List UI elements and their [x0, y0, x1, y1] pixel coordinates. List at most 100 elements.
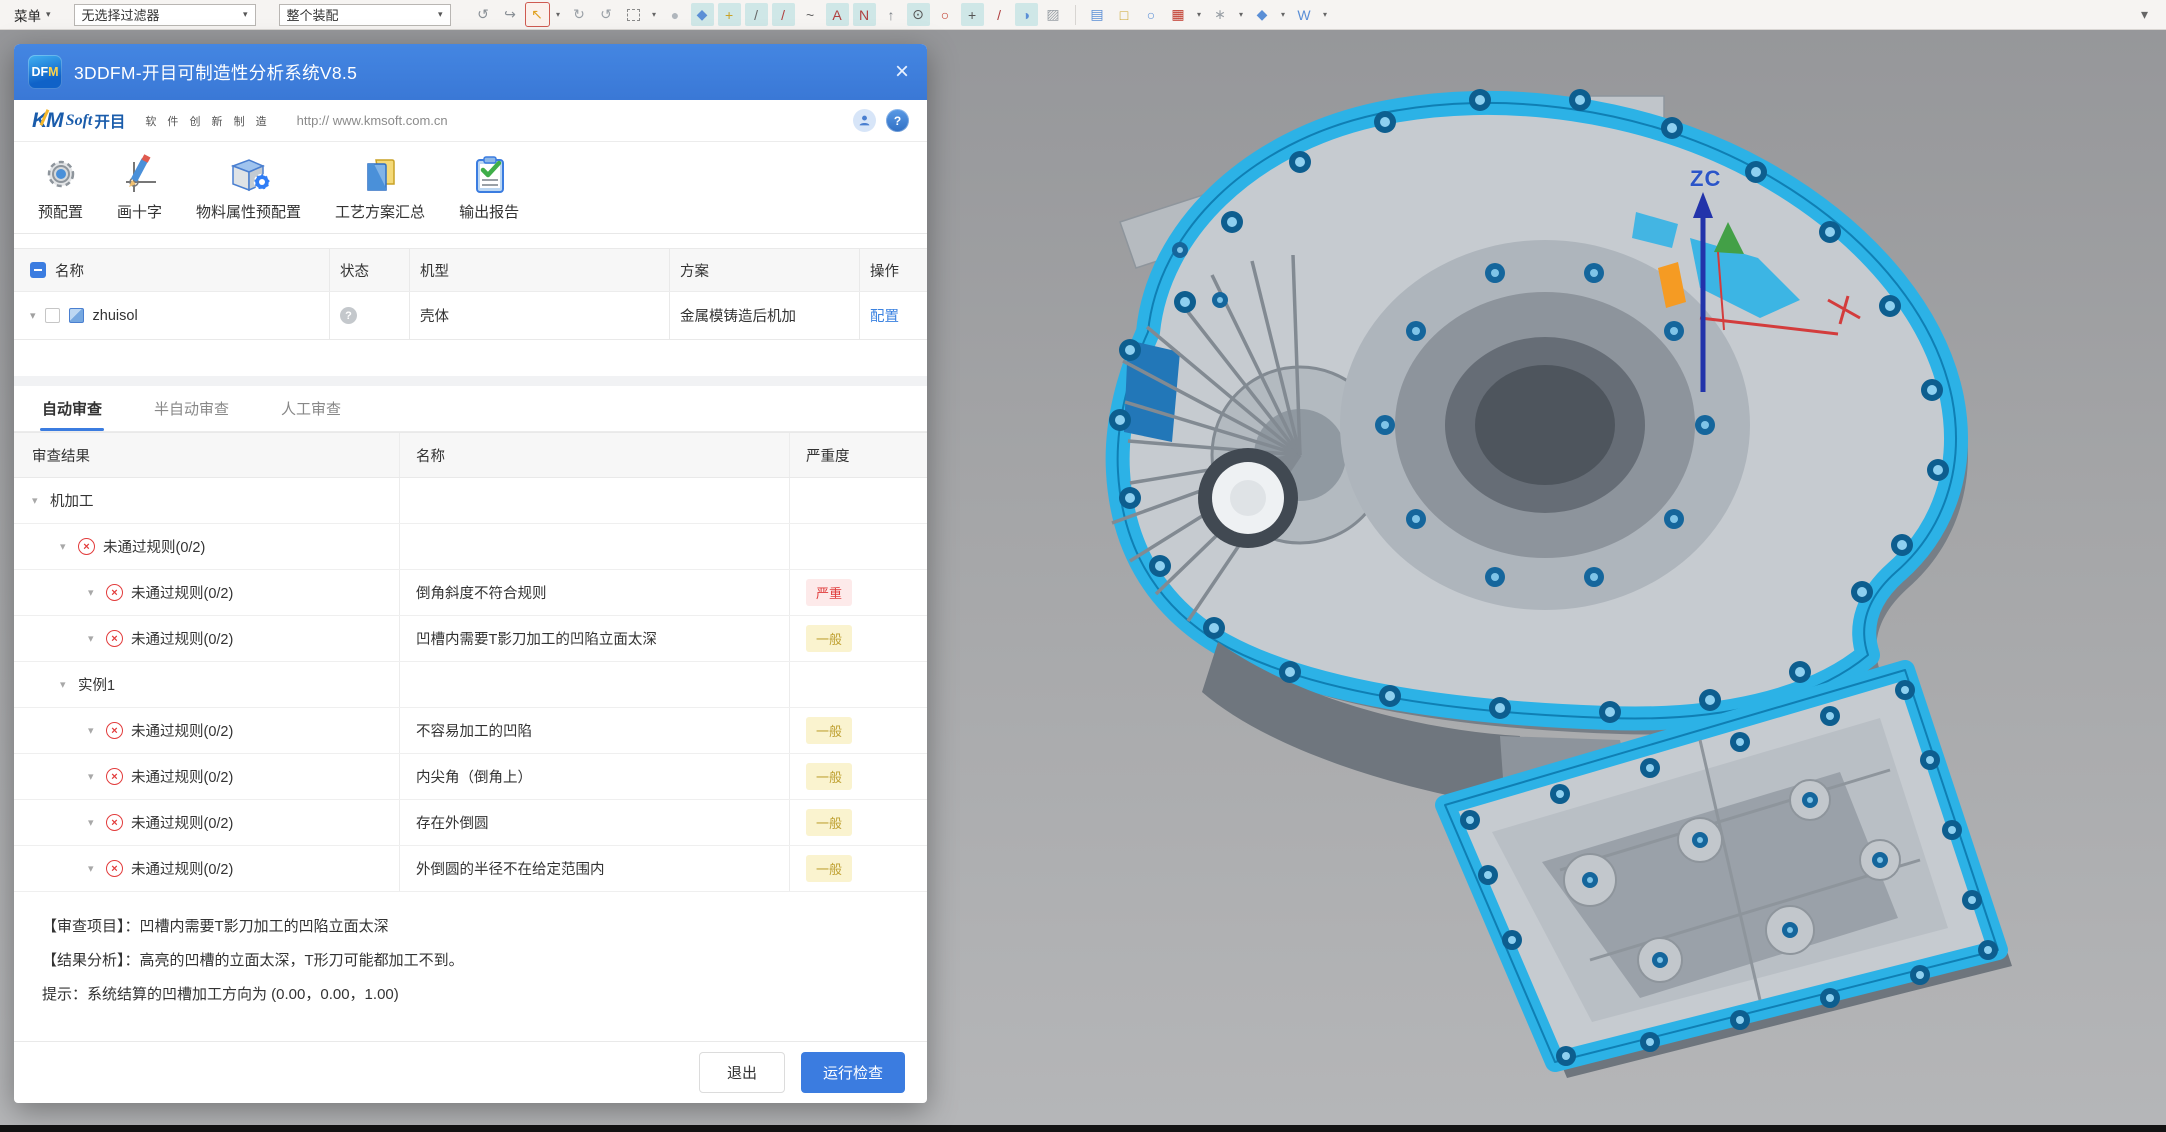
col-machine-type: 机型 — [410, 249, 670, 291]
report-check-icon — [469, 154, 509, 194]
result-row[interactable]: ▾ × 未通过规则(0/2) 不容易加工的凹陷 一般 — [14, 708, 927, 754]
tab-semi-auto-review[interactable]: 半自动审查 — [154, 398, 229, 431]
grid-icon[interactable]: ▦ — [1167, 3, 1190, 26]
sphere-icon[interactable]: ● — [664, 3, 687, 26]
expand-caret-icon[interactable]: ▾ — [30, 309, 36, 322]
col-rule-name: 名称 — [400, 433, 790, 477]
move-axis-icon[interactable]: + — [718, 3, 741, 26]
close-icon[interactable]: × — [895, 60, 909, 84]
select-cursor-icon[interactable]: ↖ — [526, 3, 549, 26]
measure-icon[interactable]: W — [1293, 3, 1316, 26]
expand-caret-icon[interactable]: ▾ — [60, 540, 71, 553]
window-cascade-icon[interactable]: ▤ — [1086, 3, 1109, 26]
menu-button[interactable]: 菜单 ▾ — [10, 5, 55, 25]
datum-axis-icon[interactable]: ↑ — [880, 3, 903, 26]
select-all-checkbox[interactable] — [30, 262, 46, 278]
status-unknown-icon: ? — [340, 307, 357, 324]
line-icon[interactable]: / — [745, 3, 768, 26]
dropdown-caret-icon[interactable]: ▾ — [553, 3, 564, 26]
draw-cross-button[interactable]: 画十字 — [117, 154, 162, 222]
fit-curve-icon[interactable]: N — [853, 3, 876, 26]
chevron-down-icon: ▾ — [243, 9, 248, 20]
expand-caret-icon[interactable]: ▾ — [88, 816, 99, 829]
solid-cube-icon[interactable]: ◆ — [1251, 3, 1274, 26]
row-checkbox[interactable] — [45, 308, 60, 323]
exit-button[interactable]: 退出 — [699, 1052, 785, 1093]
expand-caret-icon[interactable]: ▾ — [88, 770, 99, 783]
assembly-row[interactable]: ▾ zhuisol ? 壳体 金属模铸造后机加 配置 — [14, 291, 927, 339]
brand-bar: KM Soft 开目 软 件 创 新 制 造 http:// www.kmsof… — [14, 100, 927, 142]
new-window-icon[interactable]: □ — [1113, 3, 1136, 26]
review-item-line: 【审查项目】：凹槽内需要T影刀加工的凹陷立面太深 — [42, 910, 927, 944]
tools-gear-icon[interactable]: ∗ — [1209, 3, 1232, 26]
scope-dropdown[interactable]: 整个装配 ▾ — [279, 4, 451, 26]
severity-badge: 一般 — [806, 855, 852, 882]
point-icon[interactable]: + — [961, 3, 984, 26]
result-row[interactable]: ▾ × 未通过规则(0/2) 倒角斜度不符合规则 严重 — [14, 570, 927, 616]
rotate-cw-icon[interactable]: ↻ — [568, 3, 591, 26]
dialog-titlebar[interactable]: DFM 3DDFM-开目可制造性分析系统V8.5 × — [14, 44, 927, 100]
expand-caret-icon[interactable]: ▾ — [88, 724, 99, 737]
circle-center-icon[interactable]: ⊙ — [907, 3, 930, 26]
line-point-icon[interactable]: / — [772, 3, 795, 26]
result-row[interactable]: ▾ × 未通过规则(0/2) 凹槽内需要T影刀加工的凹陷立面太深 一般 — [14, 616, 927, 662]
expand-caret-icon[interactable]: ▾ — [88, 586, 99, 599]
expand-caret-icon[interactable]: ▾ — [88, 632, 99, 645]
dropdown-caret-icon[interactable]: ▾ — [1194, 3, 1205, 26]
fail-icon: × — [106, 814, 123, 831]
sheet-body-icon[interactable]: ▨ — [1042, 3, 1065, 26]
result-row[interactable]: ▾ × 未通过规则(0/2) 存在外倒圆 一般 — [14, 800, 927, 846]
selection-filter-dropdown[interactable]: 无选择过滤器 ▾ — [74, 4, 256, 26]
dropdown-caret-icon[interactable]: ▾ — [649, 3, 660, 26]
orbit-rotate-icon[interactable]: ↺ — [472, 3, 495, 26]
expand-caret-icon[interactable]: ▾ — [60, 678, 71, 691]
soft-logo: Soft — [66, 112, 93, 130]
loop-select-icon[interactable]: ○ — [1140, 3, 1163, 26]
user-icon[interactable] — [853, 109, 876, 132]
result-analysis-line: 【结果分析】：高亮的凹槽的立面太深，T形刀可能都加工不到。 — [42, 944, 927, 978]
output-report-button[interactable]: 输出报告 — [459, 154, 519, 222]
results-table: 审查结果 名称 严重度 ▾ 机加工 ▾ × 未通过规则(0/2) ▾ × 未通过… — [14, 432, 927, 892]
rule-name: 倒角斜度不符合规则 — [400, 570, 790, 615]
dropdown-caret-icon[interactable]: ▾ — [1236, 3, 1247, 26]
severity-badge: 一般 — [806, 717, 852, 744]
surface-icon[interactable]: ◑ — [1015, 3, 1038, 26]
dropdown-caret-icon[interactable]: ▾ — [1278, 3, 1289, 26]
tab-auto-review[interactable]: 自动审查 — [42, 398, 102, 431]
scope-value: 整个装配 — [287, 5, 339, 24]
result-label: 未通过规则(0/2) — [131, 628, 233, 649]
run-check-button[interactable]: 运行检查 — [801, 1052, 905, 1093]
material-preconfig-button[interactable]: 物料属性预配置 — [196, 154, 301, 222]
severity-badge: 严重 — [806, 579, 852, 606]
fail-icon: × — [106, 584, 123, 601]
menu-label: 菜单 — [14, 5, 41, 25]
expand-caret-icon[interactable]: ▾ — [32, 494, 43, 507]
brand-url[interactable]: http:// www.kmsoft.com.cn — [297, 113, 448, 128]
zc-axis-label: ZC — [1690, 166, 1721, 192]
dropdown-caret-icon[interactable]: ▾ — [1320, 3, 1331, 26]
result-row[interactable]: ▾ × 未通过规则(0/2) 内尖角（倒角上） 一般 — [14, 754, 927, 800]
preconfig-button[interactable]: 预配置 — [38, 154, 83, 222]
angle-line-icon[interactable]: / — [988, 3, 1011, 26]
help-icon[interactable]: ? — [886, 109, 909, 132]
overflow-caret-icon[interactable]: ▾ — [2133, 3, 2156, 26]
expand-caret-icon[interactable]: ▾ — [88, 862, 99, 875]
rule-name: 不容易加工的凹陷 — [400, 708, 790, 753]
rotate-ccw-icon[interactable]: ↺ — [595, 3, 618, 26]
fail-icon: × — [106, 768, 123, 785]
studio-spline-icon[interactable]: A — [826, 3, 849, 26]
result-row[interactable]: ▾ 机加工 — [14, 478, 927, 524]
result-row[interactable]: ▾ 实例1 — [14, 662, 927, 708]
spline-icon[interactable]: ~ — [799, 3, 822, 26]
app-toolbar: 菜单 ▾ 无选择过滤器 ▾ 整个装配 ▾ ↺↪↖▾↻↺▾●◆+//~AN↑⊙○+… — [0, 0, 2166, 30]
result-row[interactable]: ▾ × 未通过规则(0/2) — [14, 524, 927, 570]
tab-manual-review[interactable]: 人工审查 — [281, 398, 341, 431]
configure-link[interactable]: 配置 — [870, 305, 899, 326]
result-row[interactable]: ▾ × 未通过规则(0/2) 外倒圆的半径不在给定范围内 一般 — [14, 846, 927, 892]
datum-cube-icon[interactable]: ◆ — [691, 3, 714, 26]
ellipse-icon[interactable]: ○ — [934, 3, 957, 26]
process-plan-summary-button[interactable]: 工艺方案汇总 — [335, 154, 425, 222]
redo-icon[interactable]: ↪ — [499, 3, 522, 26]
result-label: 未通过规则(0/2) — [103, 536, 205, 557]
marquee-select-icon[interactable] — [622, 3, 645, 26]
